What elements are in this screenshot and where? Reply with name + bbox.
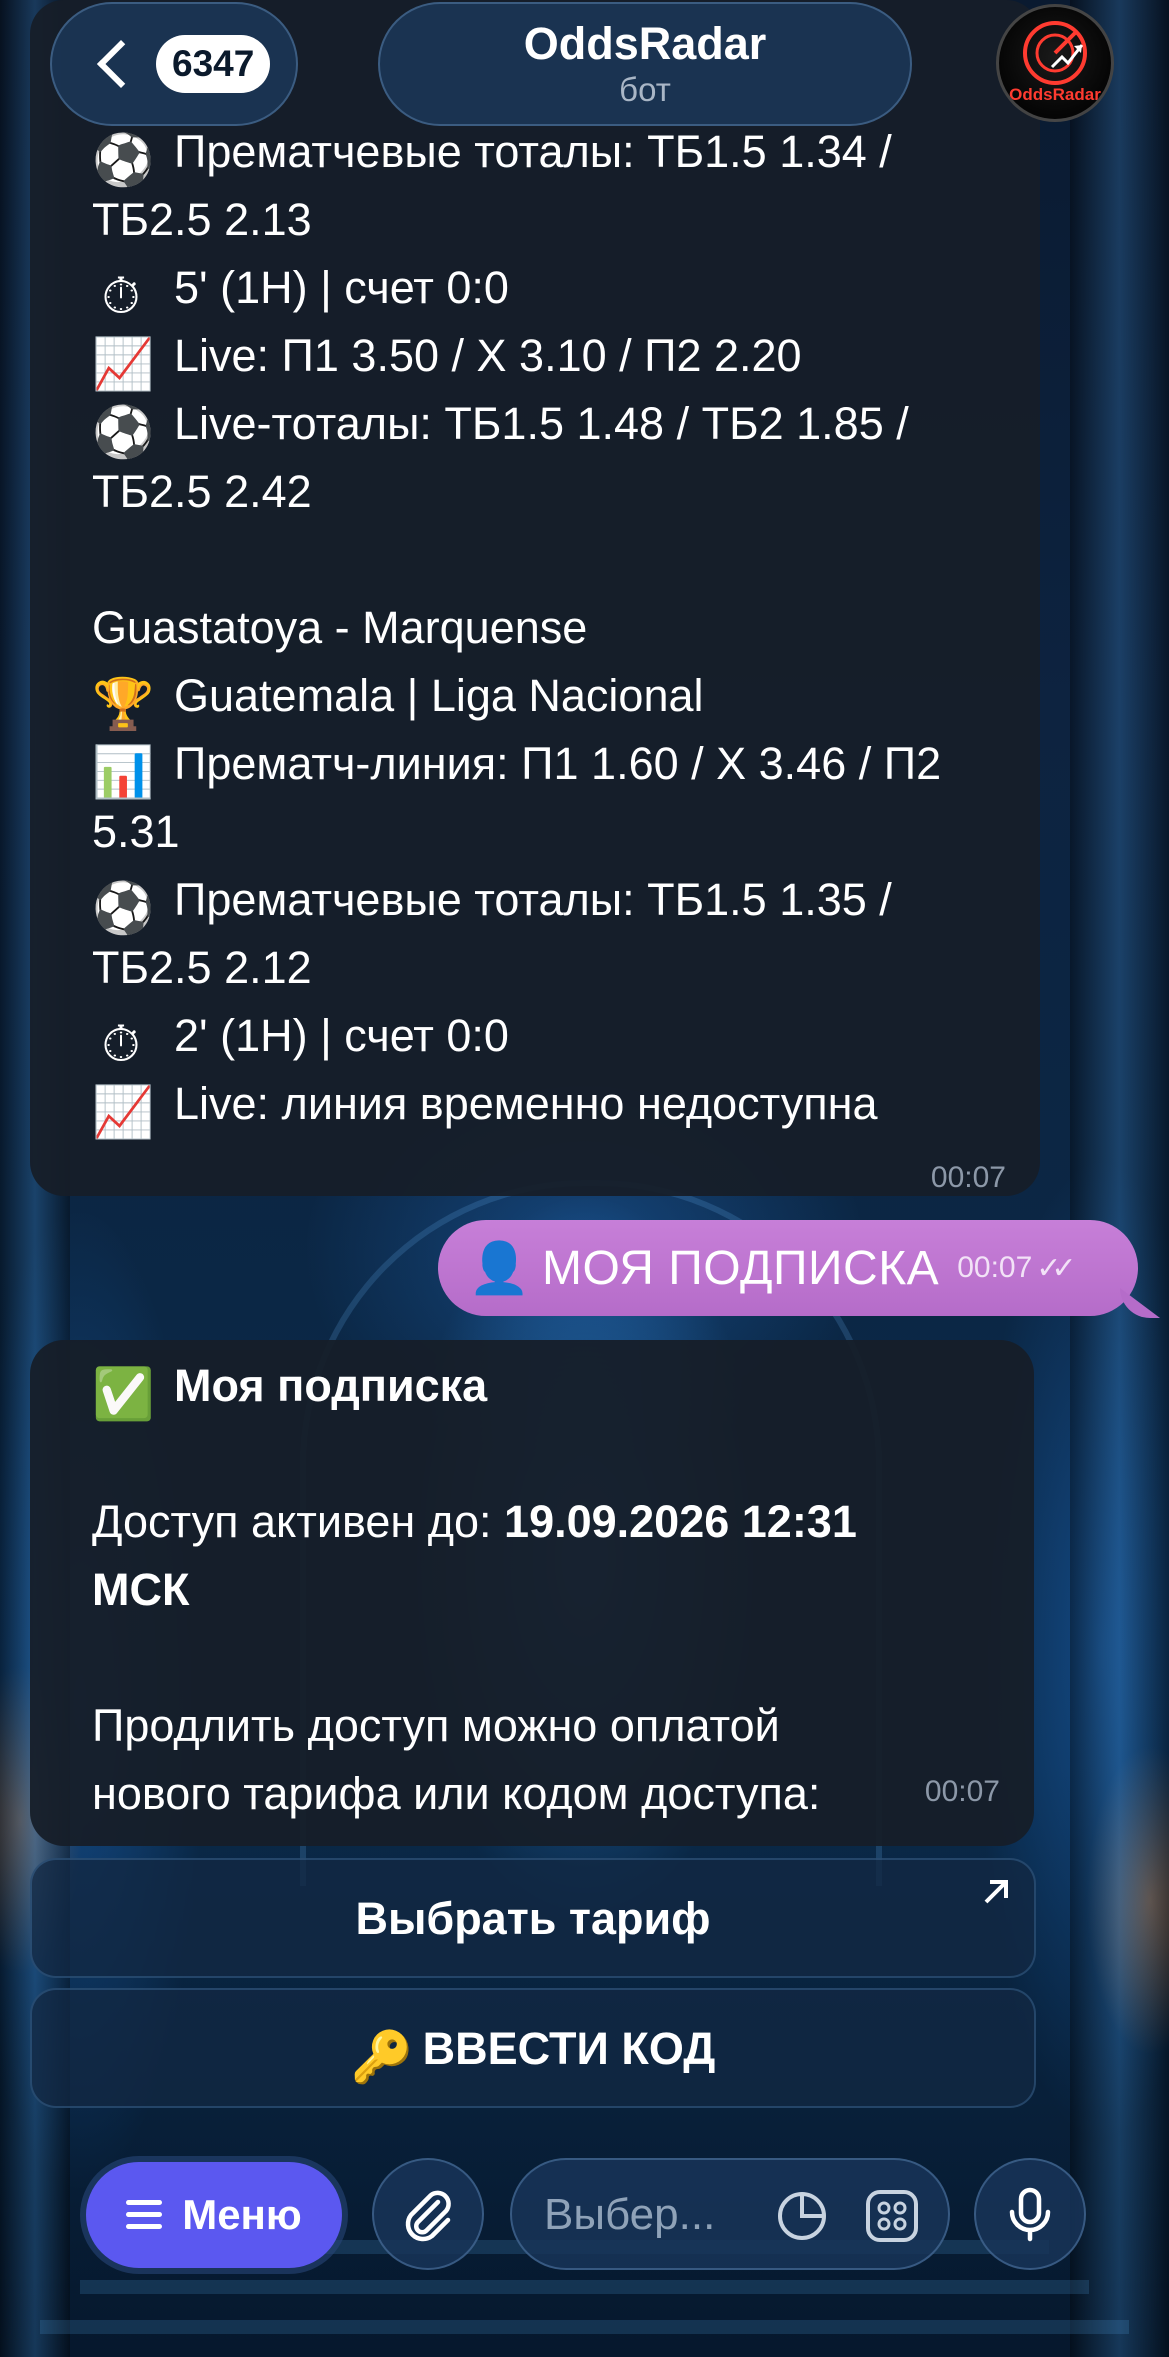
message-line: 5.31 — [92, 798, 1040, 866]
chat-title: OddsRadar — [523, 18, 767, 69]
message-line: 📈 Live: линия временно недоступна — [92, 1070, 1040, 1141]
voice-record-button[interactable] — [974, 2158, 1086, 2270]
line-emoji-icon: 🏆 — [92, 675, 155, 733]
message-line: ⏱ 2' (1H) | счет 0:0 — [92, 1002, 1040, 1073]
renew-text-line-2: нового тарифа или кодом доступа: — [92, 1768, 821, 1819]
message-time: 00:07 — [924, 1775, 1000, 1808]
renew-text-line-1: Продлить доступ можно оплатой — [92, 1700, 780, 1751]
user-icon: 👤 — [468, 1239, 531, 1297]
unread-count-badge: 6347 — [156, 35, 271, 93]
line-emoji-icon: 📈 — [92, 335, 155, 393]
paperclip-icon — [405, 2190, 451, 2242]
line-text: Live-тоталы: ТБ1.5 1.48 / ТБ2 1.85 / — [174, 398, 909, 449]
line-emoji-icon: 📈 — [92, 1083, 155, 1141]
line-text: Прематчевые тоталы: ТБ1.5 1.35 / — [174, 874, 892, 925]
message-line: ТБ2.5 2.12 — [92, 934, 1040, 1002]
line-text: 5.31 — [92, 806, 180, 857]
bot-avatar[interactable]: OddsRadar — [996, 4, 1114, 122]
line-text: Live: линия временно недоступна — [174, 1078, 878, 1129]
menu-label: Меню — [182, 2191, 302, 2238]
attach-button[interactable] — [372, 2158, 484, 2270]
line-text: 5' (1H) | счет 0:0 — [174, 262, 509, 313]
line-emoji-icon: ⏱ — [101, 267, 141, 325]
message-line: ⚽ Прематчевые тоталы: ТБ1.5 1.34 / — [92, 118, 1040, 189]
message-line: Guastatoya - Marquense — [92, 594, 1040, 662]
chat-header[interactable]: OddsRadar бот — [378, 2, 912, 126]
sticker-icon — [778, 2192, 826, 2240]
hamburger-icon — [126, 2200, 163, 2230]
line-text: Live: П1 3.50 / X 3.10 / П2 2.20 — [174, 330, 802, 381]
message-time: 00:07 — [930, 1161, 1006, 1194]
enter-code-button[interactable]: 🔑 ВВЕСТИ КОД — [30, 1988, 1036, 2108]
message-line: 🏆 Guatemala | Liga Nacional — [92, 662, 1040, 733]
line-text: ТБ2.5 2.13 — [92, 194, 312, 245]
subscription-title: Моя подписка — [174, 1360, 488, 1411]
message-line: ТБ2.5 2.42 — [92, 458, 1040, 526]
avatar-brand-text: OddsRadar — [1009, 85, 1101, 104]
microphone-icon — [1009, 2187, 1051, 2242]
message-body: ⚽ Прематчевые тоталы: ТБ1.5 1.34 / ТБ2.5 2… — [92, 118, 1040, 1141]
line-emoji-icon: ⚽ — [92, 879, 155, 937]
message-line: ⏱ 5' (1H) | счет 0:0 — [92, 254, 1040, 325]
message-input-field[interactable] — [510, 2158, 950, 2270]
line-text: 2' (1H) | счет 0:0 — [174, 1010, 509, 1061]
message-line: 📈 Live: П1 3.50 / X 3.10 / П2 2.20 — [92, 322, 1040, 393]
line-text: Прематчевые тоталы: ТБ1.5 1.34 / — [174, 126, 892, 177]
choose-tariff-button[interactable]: Выбрать тариф — [30, 1858, 1036, 1978]
key-icon: 🔑 — [350, 2028, 413, 2086]
access-date: 19.09.2026 12:31 — [504, 1496, 857, 1547]
external-link-arrow-icon — [984, 1880, 1008, 1904]
read-checkmarks-icon: ✓✓ — [1036, 1251, 1076, 1285]
outgoing-time: 00:07 — [957, 1251, 1033, 1284]
choose-tariff-label: Выбрать тариф — [355, 1893, 711, 1944]
message-outgoing: 👤 МОЯ ПОДПИСКА 00:07 ✓✓ — [438, 1220, 1138, 1316]
enter-code-label: ВВЕСТИ КОД — [422, 2023, 716, 2074]
line-text: Guatemala | Liga Nacional — [174, 670, 704, 721]
mini-apps-grid-icon — [866, 2190, 918, 2242]
message-match-update: ⚽ Прематчевые тоталы: ТБ1.5 1.34 / ТБ2.5 2… — [30, 0, 1040, 1196]
access-timezone: МСК — [92, 1564, 190, 1615]
message-line — [92, 526, 1040, 594]
line-text: Прематч-линия: П1 1.60 / X 3.46 / П2 — [174, 738, 942, 789]
access-label: Доступ активен до: — [92, 1496, 492, 1547]
message-line: 📊 Прематч-линия: П1 1.60 / X 3.46 / П2 — [92, 730, 1040, 801]
line-text: Guastatoya - Marquense — [92, 602, 588, 653]
outgoing-text: МОЯ ПОДПИСКА — [542, 1241, 940, 1295]
line-emoji-icon: ⚽ — [92, 131, 155, 189]
message-line: ТБ2.5 2.13 — [92, 186, 1040, 254]
chevron-left-icon — [96, 39, 146, 89]
line-emoji-icon: ⏱ — [101, 1015, 141, 1073]
check-mark-icon: ✅ — [92, 1365, 155, 1423]
message-subscription: ✅ Моя подписка Доступ активен до: 19.09.2… — [30, 1340, 1034, 1846]
message-input[interactable] — [542, 2184, 766, 2246]
bot-menu-button[interactable]: Меню — [86, 2162, 342, 2268]
line-emoji-icon: 📊 — [92, 743, 155, 801]
message-line: ⚽ Прематчевые тоталы: ТБ1.5 1.35 / — [92, 866, 1040, 937]
line-text: ТБ2.5 2.42 — [92, 466, 312, 517]
chat-subtitle: бот — [619, 71, 671, 108]
line-text: ТБ2.5 2.12 — [92, 942, 312, 993]
back-button[interactable]: 6347 — [50, 2, 298, 126]
line-emoji-icon: ⚽ — [92, 403, 155, 461]
message-line: ⚽ Live-тоталы: ТБ1.5 1.48 / ТБ2 1.85 / — [92, 390, 1040, 461]
